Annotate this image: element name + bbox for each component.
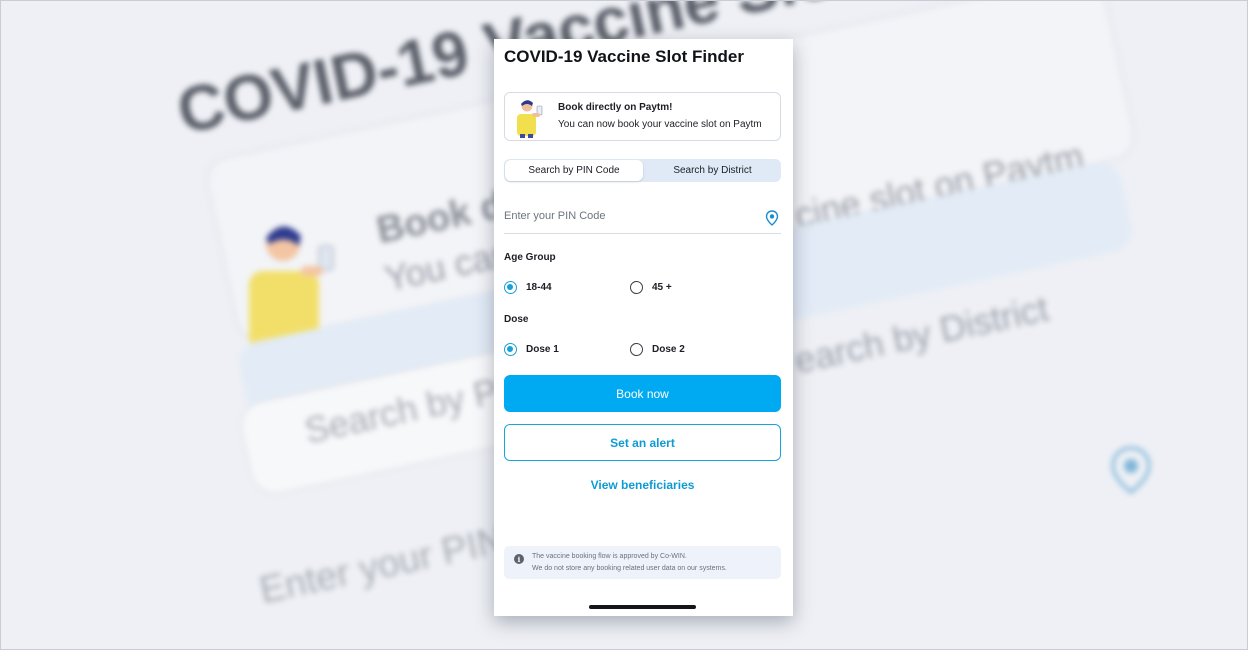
banner-title: Book directly on Paytm! — [558, 102, 673, 113]
background-location-icon — [1111, 446, 1151, 494]
banner-subtitle: You can now book your vaccine slot on Pa… — [558, 119, 762, 130]
phone-screen: COVID-19 Vaccine Slot Finder Book direct… — [494, 39, 793, 616]
tab-search-by-district[interactable]: Search by District — [645, 160, 780, 181]
age-45-plus-radio[interactable]: 45 + — [630, 281, 672, 294]
background-input-text: Enter your PIN — [256, 519, 509, 613]
note-line-1: The vaccine booking flow is approved by … — [532, 553, 687, 560]
pin-code-input[interactable] — [504, 204, 781, 234]
radio-checked-icon — [504, 281, 517, 294]
radio-unchecked-icon — [630, 281, 643, 294]
person-with-phone-illustration — [517, 100, 543, 138]
dose-2-radio[interactable]: Dose 2 — [630, 343, 685, 356]
radio-unchecked-icon — [630, 343, 643, 356]
location-pin-icon[interactable] — [765, 210, 779, 226]
age-18-44-radio[interactable]: 18-44 — [504, 281, 552, 294]
search-mode-tabs: Search by PIN Code Search by District — [504, 159, 781, 182]
info-icon: i — [514, 554, 524, 564]
cowin-info-note: i The vaccine booking flow is approved b… — [504, 546, 781, 579]
dose-2-label: Dose 2 — [652, 344, 685, 355]
age-18-44-label: 18-44 — [526, 282, 552, 293]
age-group-label: Age Group — [504, 252, 556, 263]
set-alert-button[interactable]: Set an alert — [504, 424, 781, 461]
dose-1-radio[interactable]: Dose 1 — [504, 343, 559, 356]
home-indicator[interactable] — [589, 605, 696, 609]
view-beneficiaries-link[interactable]: View beneficiaries — [504, 478, 781, 492]
age-45-plus-label: 45 + — [652, 282, 672, 293]
page-title: COVID-19 Vaccine Slot Finder — [504, 47, 744, 66]
note-line-2: We do not store any booking related user… — [532, 565, 727, 572]
paytm-booking-banner[interactable]: Book directly on Paytm! You can now book… — [504, 92, 781, 141]
tab-search-by-pin[interactable]: Search by PIN Code — [505, 160, 643, 181]
book-now-button[interactable]: Book now — [504, 375, 781, 412]
radio-checked-icon — [504, 343, 517, 356]
dose-label: Dose — [504, 314, 529, 325]
dose-1-label: Dose 1 — [526, 344, 559, 355]
